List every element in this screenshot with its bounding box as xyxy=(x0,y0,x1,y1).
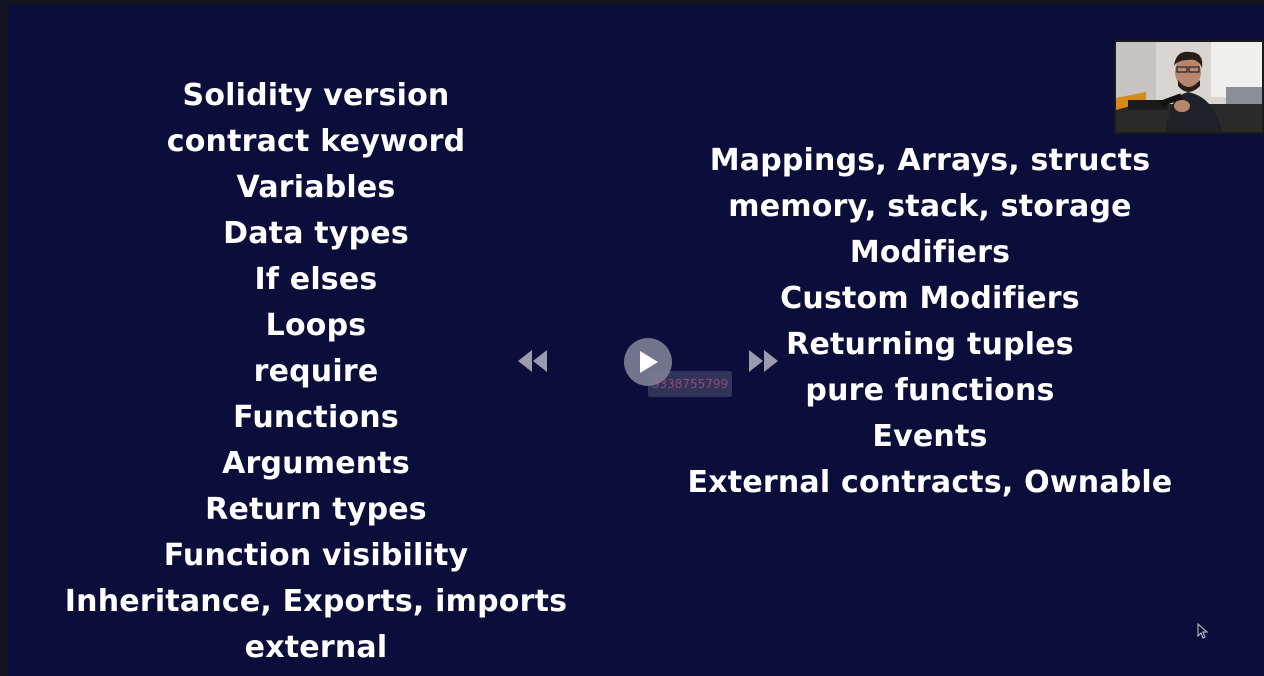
presenter-video-thumbnail xyxy=(1116,42,1262,132)
topic-item: Return types xyxy=(205,492,427,527)
left-border xyxy=(0,0,8,676)
rewind-button[interactable] xyxy=(512,345,552,377)
topic-item: Inheritance, Exports, imports xyxy=(64,584,568,619)
topic-item: Mappings, Arrays, structs xyxy=(709,143,1151,178)
webcam-overlay[interactable] xyxy=(1114,40,1264,134)
topic-item: External contracts, Ownable xyxy=(687,465,1173,500)
topic-item: external xyxy=(244,630,388,665)
topic-item: Data types xyxy=(223,216,409,251)
topic-item: Arguments xyxy=(222,446,410,481)
topic-item: Function visibility xyxy=(163,538,469,573)
topic-item: Solidity version xyxy=(182,78,450,113)
topic-item: Returning tuples xyxy=(786,327,1074,362)
topic-item: Events xyxy=(872,419,988,454)
right-topic-list: Mappings, Arrays, structs memory, stack,… xyxy=(640,138,1220,506)
watermark-label: 3338755799 xyxy=(648,371,732,397)
topic-item: Custom Modifiers xyxy=(780,281,1080,316)
fast-forward-icon xyxy=(749,350,778,372)
topic-item: Loops xyxy=(265,308,367,343)
mouse-cursor-icon xyxy=(1197,622,1209,639)
rewind-icon xyxy=(518,350,547,372)
topic-item: contract keyword xyxy=(166,124,466,159)
topic-item: Modifiers xyxy=(849,235,1011,270)
topic-item: memory, stack, storage xyxy=(728,189,1132,224)
fast-forward-button[interactable] xyxy=(744,345,784,377)
topic-item: If elses xyxy=(254,262,378,297)
topic-item: Functions xyxy=(233,400,399,435)
topic-item: Variables xyxy=(236,170,396,205)
